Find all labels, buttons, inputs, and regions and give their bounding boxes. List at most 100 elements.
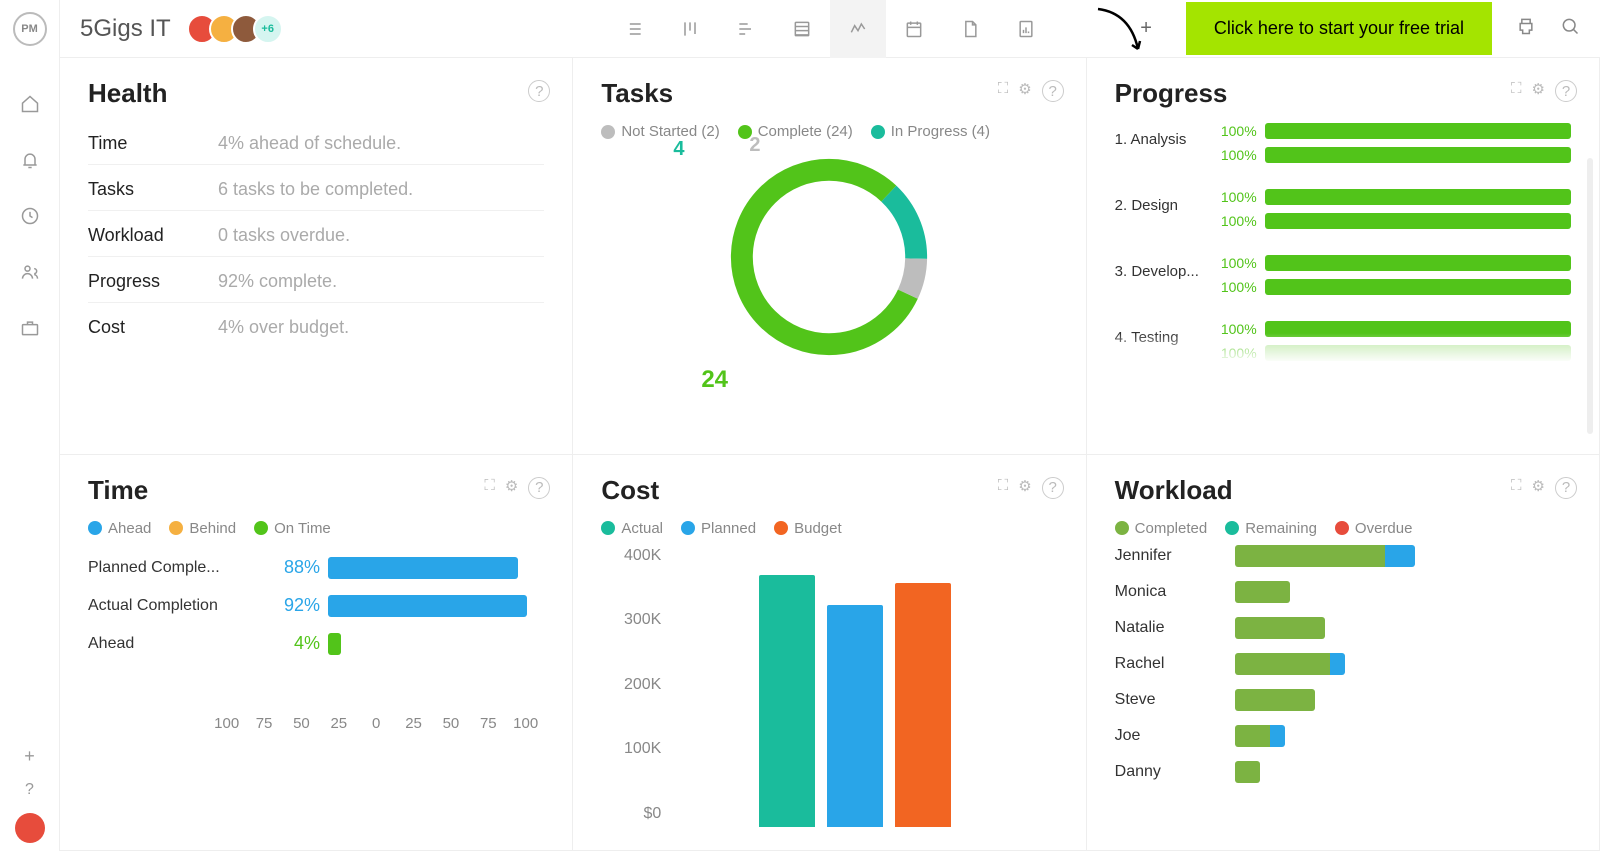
- workload-card: Workload ⛶ ⚙ ? Completed Remaining Overd…: [1087, 455, 1600, 851]
- legend-item[interactable]: Actual: [601, 520, 663, 537]
- workload-bar: [1235, 653, 1345, 675]
- progress-item: 1. Analysis 100% 100%: [1115, 123, 1571, 163]
- workload-row: Natalie: [1115, 617, 1571, 639]
- card-title: Cost: [601, 475, 1057, 506]
- time-row: Actual Completion 92%: [88, 595, 544, 617]
- app-logo[interactable]: PM: [13, 12, 47, 46]
- sidebar-add-button[interactable]: +: [24, 746, 35, 767]
- view-list-icon[interactable]: [606, 0, 662, 58]
- legend-item[interactable]: Budget: [774, 520, 842, 537]
- workload-row: Jennifer: [1115, 545, 1571, 567]
- add-button[interactable]: +: [1140, 17, 1152, 40]
- time-bar: [328, 557, 518, 579]
- legend-item[interactable]: Planned: [681, 520, 756, 537]
- help-icon[interactable]: ?: [1042, 477, 1064, 499]
- home-icon[interactable]: [18, 92, 42, 116]
- time-bar: [328, 633, 341, 655]
- legend-item[interactable]: On Time: [254, 520, 331, 537]
- view-tabs: [606, 0, 1054, 58]
- clock-icon[interactable]: [18, 204, 42, 228]
- health-row: Cost4% over budget.: [88, 307, 544, 348]
- print-icon[interactable]: [1516, 16, 1536, 41]
- expand-icon[interactable]: ⛶: [998, 80, 1009, 102]
- cost-bar-chart: 400K 300K 200K 100K $0: [601, 547, 1057, 827]
- workload-bar: [1235, 617, 1325, 639]
- scrollbar[interactable]: [1587, 158, 1593, 434]
- search-icon[interactable]: [1560, 16, 1580, 41]
- gear-icon[interactable]: ⚙: [1532, 80, 1545, 102]
- view-gantt-icon[interactable]: [718, 0, 774, 58]
- sidebar-help-button[interactable]: ?: [25, 781, 34, 799]
- cost-bar-planned: [827, 605, 883, 826]
- gear-icon[interactable]: ⚙: [505, 477, 518, 499]
- view-report-icon[interactable]: [998, 0, 1054, 58]
- donut-label-notstarted: 2: [749, 134, 760, 157]
- time-card: Time ⛶ ⚙ ? Ahead Behind On Time Planned …: [60, 455, 573, 851]
- briefcase-icon[interactable]: [18, 316, 42, 340]
- people-icon[interactable]: [18, 260, 42, 284]
- progress-bar: [1265, 213, 1571, 229]
- cost-card: Cost ⛶ ⚙ ? Actual Planned Budget 400K 30…: [573, 455, 1086, 851]
- help-icon[interactable]: ?: [528, 80, 550, 102]
- health-row: Time4% ahead of schedule.: [88, 123, 544, 165]
- expand-icon[interactable]: ⛶: [484, 477, 495, 499]
- time-bar: [328, 595, 527, 617]
- donut-label-complete: 24: [701, 366, 728, 394]
- progress-bar: [1265, 123, 1571, 139]
- workload-row: Rachel: [1115, 653, 1571, 675]
- help-icon[interactable]: ?: [1555, 80, 1577, 102]
- workload-bar: [1235, 689, 1315, 711]
- view-file-icon[interactable]: [942, 0, 998, 58]
- view-calendar-icon[interactable]: [886, 0, 942, 58]
- cost-bar-actual: [759, 575, 815, 827]
- workload-row: Monica: [1115, 581, 1571, 603]
- gear-icon[interactable]: ⚙: [1018, 80, 1031, 102]
- progress-card: Progress ⛶ ⚙ ? 1. Analysis 100% 100%: [1087, 58, 1600, 455]
- help-icon[interactable]: ?: [1042, 80, 1064, 102]
- trial-banner[interactable]: Click here to start your free trial: [1186, 2, 1492, 55]
- legend-item[interactable]: Not Started (2): [601, 123, 719, 140]
- progress-item: 2. Design 100% 100%: [1115, 189, 1571, 229]
- expand-icon[interactable]: ⛶: [1511, 477, 1522, 499]
- project-title[interactable]: 5Gigs IT: [80, 15, 171, 43]
- user-avatar[interactable]: [15, 813, 45, 843]
- tasks-card: Tasks ⛶ ⚙ ? Not Started (2) Complete (24…: [573, 58, 1086, 455]
- expand-icon[interactable]: ⛶: [1511, 80, 1522, 102]
- sidebar: PM + ?: [0, 0, 60, 851]
- time-axis: 1007550250255075100: [208, 715, 544, 732]
- avatar-more[interactable]: +6: [253, 14, 283, 44]
- legend-item[interactable]: Completed: [1115, 520, 1208, 537]
- card-title: Progress: [1115, 78, 1571, 109]
- workload-bar: [1235, 725, 1285, 747]
- donut-label-inprogress: 4: [673, 138, 684, 161]
- view-board-icon[interactable]: [662, 0, 718, 58]
- time-row: Planned Comple... 88%: [88, 557, 544, 579]
- legend-item[interactable]: Ahead: [88, 520, 151, 537]
- legend-item[interactable]: Behind: [169, 520, 236, 537]
- legend-item[interactable]: Overdue: [1335, 520, 1413, 537]
- card-title: Time: [88, 475, 544, 506]
- progress-bar: [1265, 189, 1571, 205]
- project-avatars[interactable]: +6: [187, 14, 283, 44]
- legend-item[interactable]: Remaining: [1225, 520, 1317, 537]
- bell-icon[interactable]: [18, 148, 42, 172]
- topbar: 5Gigs IT +6 +: [60, 0, 1600, 58]
- health-row: Progress92% complete.: [88, 261, 544, 303]
- view-sheet-icon[interactable]: [774, 0, 830, 58]
- workload-bar: [1235, 545, 1415, 567]
- gear-icon[interactable]: ⚙: [1018, 477, 1031, 499]
- time-row: Ahead 4%: [88, 633, 544, 655]
- gear-icon[interactable]: ⚙: [1532, 477, 1545, 499]
- workload-row: Joe: [1115, 725, 1571, 747]
- progress-item: 3. Develop... 100% 100%: [1115, 255, 1571, 295]
- progress-bar: [1265, 255, 1571, 271]
- help-icon[interactable]: ?: [1555, 477, 1577, 499]
- health-row: Tasks6 tasks to be completed.: [88, 169, 544, 211]
- health-card: Health ? Time4% ahead of schedule. Tasks…: [60, 58, 573, 455]
- expand-icon[interactable]: ⛶: [998, 477, 1009, 499]
- progress-bar: [1265, 147, 1571, 163]
- legend-item[interactable]: In Progress (4): [871, 123, 990, 140]
- card-title: Health: [88, 78, 544, 109]
- help-icon[interactable]: ?: [528, 477, 550, 499]
- view-dashboard-icon[interactable]: [830, 0, 886, 58]
